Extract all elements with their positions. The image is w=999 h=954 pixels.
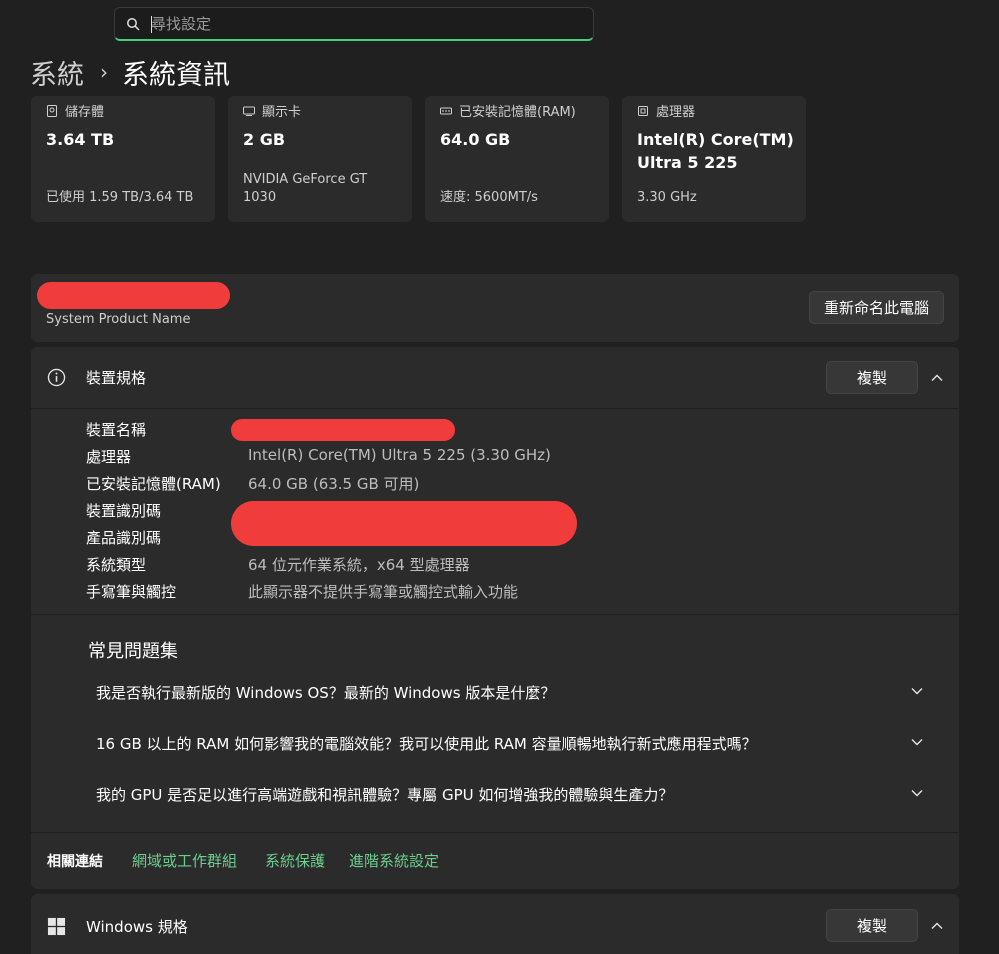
device-spec-section: 裝置規格 複製 裝置名稱 處理器 Intel(R) Core(TM) Ultra… (31, 347, 959, 889)
related-links-title: 相關連結 (47, 854, 103, 870)
faq-title: 常見問題集 (88, 641, 178, 662)
link-domain-workgroup[interactable]: 網域或工作群組 (132, 850, 237, 871)
processor-icon (638, 105, 648, 116)
system-product-name: System Product Name (46, 312, 191, 327)
spec-value: 64.0 GB (63.5 GB 可用) (248, 475, 420, 493)
spec-key: 裝置名稱 (86, 421, 147, 439)
storage-card[interactable]: 儲存體 3.64 TB 已使用 1.59 TB/3.64 TB (31, 96, 215, 222)
device-spec-header[interactable]: 裝置規格 複製 (31, 347, 959, 409)
storage-usage: 已使用 1.59 TB/3.64 TB (46, 190, 194, 205)
spec-value: 64 位元作業系統，x64 型處理器 (248, 556, 470, 574)
memory-speed: 速度: 5600MT/s (440, 190, 538, 205)
chevron-down-icon[interactable] (910, 735, 924, 749)
processor-card-header: 處理器 (637, 101, 695, 120)
memory-icon (440, 107, 452, 114)
chevron-down-icon[interactable] (910, 684, 924, 698)
redacted-device-name-value (231, 419, 455, 441)
windows-spec-title: Windows 規格 (86, 918, 188, 936)
faq-section: 常見問題集 我是否執行最新版的 Windows OS？最新的 Windows 版… (31, 615, 959, 833)
spec-key: 已安裝記憶體(RAM) (86, 475, 221, 493)
processor-value: Intel(R) Core(TM) Ultra 5 225 (637, 130, 794, 172)
spec-key: 系統類型 (86, 556, 147, 574)
search-input[interactable] (151, 12, 571, 36)
spec-key: 產品識別碼 (86, 529, 162, 547)
spec-value: 此顯示器不提供手寫筆或觸控式輸入功能 (248, 583, 519, 601)
spec-key: 手寫筆與觸控 (86, 583, 177, 601)
storage-card-header: 儲存體 (46, 101, 104, 120)
processor-card[interactable]: 處理器 Intel(R) Core(TM) Ultra 5 225 3.30 G… (622, 96, 806, 222)
faq-question-3[interactable]: 我的 GPU 是否足以進行高端遊戲和視訊體驗？專屬 GPU 如何增強我的體驗與生… (96, 784, 673, 805)
display-adapter-model: NVIDIA GeForce GT 1030 (243, 172, 368, 205)
chevron-down-icon[interactable] (910, 786, 924, 800)
processor-speed: 3.30 GHz (637, 190, 697, 205)
faq-question-1[interactable]: 我是否執行最新版的 Windows OS？最新的 Windows 版本是什麼？ (96, 682, 555, 703)
device-name-panel: System Product Name 重新命名此電腦 (31, 274, 959, 342)
display-adapter-icon (243, 106, 255, 116)
search-icon (127, 18, 140, 31)
memory-label: 已安裝記憶體(RAM) (459, 105, 576, 120)
spec-value: Intel(R) Core(TM) Ultra 5 225 (3.30 GHz) (248, 446, 551, 464)
spec-key: 裝置識別碼 (86, 502, 162, 520)
storage-icon (47, 104, 57, 117)
device-spec-rows: 裝置名稱 處理器 Intel(R) Core(TM) Ultra 5 225 (… (31, 409, 959, 615)
memory-value: 64.0 GB (440, 130, 511, 149)
rename-pc-button[interactable]: 重新命名此電腦 (809, 291, 944, 324)
storage-value: 3.64 TB (46, 130, 115, 149)
faq-question-2[interactable]: 16 GB 以上的 RAM 如何影響我的電腦效能？我可以使用此 RAM 容量順暢… (96, 733, 757, 754)
related-links: 相關連結 網域或工作群組 系統保護 進階系統設定 (31, 833, 959, 889)
link-system-protection[interactable]: 系統保護 (265, 850, 325, 871)
memory-card[interactable]: 已安裝記憶體(RAM) 64.0 GB 速度: 5600MT/s (425, 96, 609, 222)
chevron-up-icon[interactable] (930, 371, 944, 385)
breadcrumb: 系統 › 系統資訊 (30, 52, 230, 92)
display-adapter-card[interactable]: 顯示卡 2 GB NVIDIA GeForce GT 1030 (228, 96, 412, 222)
display-adapter-card-header: 顯示卡 (243, 101, 301, 120)
copy-device-spec-button[interactable]: 複製 (826, 361, 918, 394)
display-adapter-label: 顯示卡 (262, 105, 302, 120)
windows-logo-icon (47, 917, 66, 936)
breadcrumb-separator: › (100, 60, 108, 84)
storage-label: 儲存體 (65, 105, 105, 120)
copy-windows-spec-button[interactable]: 複製 (826, 909, 918, 942)
display-adapter-value: 2 GB (243, 130, 286, 149)
page-title: 系統資訊 (122, 59, 230, 91)
device-spec-title: 裝置規格 (86, 369, 147, 387)
search-box[interactable] (114, 7, 594, 41)
breadcrumb-parent-system[interactable]: 系統 (30, 53, 84, 92)
memory-card-header: 已安裝記憶體(RAM) (440, 101, 576, 120)
redacted-device-name (37, 282, 230, 309)
processor-label: 處理器 (656, 105, 696, 120)
link-advanced-system-settings[interactable]: 進階系統設定 (349, 850, 439, 871)
spec-key: 處理器 (86, 448, 132, 466)
redacted-ids (231, 501, 577, 546)
info-icon (47, 368, 66, 387)
windows-spec-section[interactable]: Windows 規格 複製 (31, 894, 959, 954)
